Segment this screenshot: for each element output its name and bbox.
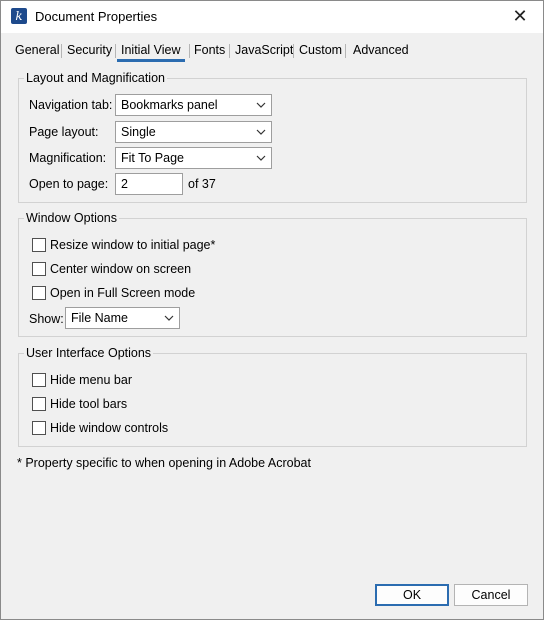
tab-separator — [345, 44, 346, 58]
resize-window-label: Resize window to initial page* — [50, 238, 216, 252]
show-select[interactable]: File Name — [65, 307, 180, 329]
navigation-tab-select[interactable]: Bookmarks panel — [115, 94, 272, 116]
tab-javascript[interactable]: JavaScript — [231, 41, 297, 61]
acrobat-footnote: * Property specific to when opening in A… — [17, 456, 311, 470]
layout-magnification-group: Layout and Magnification Navigation tab:… — [18, 71, 527, 203]
tab-separator — [61, 44, 62, 58]
hide-window-controls-label: Hide window controls — [50, 421, 169, 435]
magnification-value: Fit To Page — [121, 151, 185, 165]
magnification-label: Magnification: — [29, 151, 107, 165]
document-properties-dialog: k Document Properties ✕ General Security… — [0, 0, 544, 620]
close-icon[interactable]: ✕ — [497, 1, 543, 33]
open-to-page-input[interactable]: 2 — [115, 173, 183, 195]
tab-separator — [293, 44, 294, 58]
hide-tool-bars-checkbox[interactable] — [32, 397, 46, 411]
cancel-button[interactable]: Cancel — [454, 584, 528, 606]
chevron-down-icon — [256, 129, 266, 135]
tab-advanced[interactable]: Advanced — [349, 41, 413, 61]
hide-menu-bar-label: Hide menu bar — [50, 373, 132, 387]
chevron-down-icon — [164, 315, 174, 321]
window-options-group: Window Options Resize window to initial … — [18, 211, 527, 337]
group-legend: Layout and Magnification — [24, 71, 167, 85]
hide-tool-bars-label: Hide tool bars — [50, 397, 128, 411]
resize-window-checkbox[interactable] — [32, 238, 46, 252]
tab-separator — [115, 44, 116, 58]
tab-general[interactable]: General — [11, 41, 63, 61]
full-screen-checkbox[interactable] — [32, 286, 46, 300]
page-count-label: of 37 — [188, 177, 216, 191]
magnification-select[interactable]: Fit To Page — [115, 147, 272, 169]
tab-fonts[interactable]: Fonts — [190, 41, 229, 61]
tab-custom[interactable]: Custom — [295, 41, 346, 61]
center-window-checkbox[interactable] — [32, 262, 46, 276]
show-label: Show: — [29, 312, 64, 326]
navigation-tab-value: Bookmarks panel — [121, 98, 218, 112]
open-to-page-label: Open to page: — [29, 177, 109, 191]
tab-security[interactable]: Security — [63, 41, 116, 61]
chevron-down-icon — [256, 102, 266, 108]
page-layout-value: Single — [121, 125, 156, 139]
navigation-tab-label: Navigation tab: — [29, 98, 113, 112]
ok-button[interactable]: OK — [375, 584, 449, 606]
hide-window-controls-checkbox[interactable] — [32, 421, 46, 435]
page-layout-select[interactable]: Single — [115, 121, 272, 143]
page-layout-label: Page layout: — [29, 125, 99, 139]
user-interface-options-group: User Interface Options Hide menu bar Hid… — [18, 346, 527, 447]
center-window-label: Center window on screen — [50, 262, 192, 276]
hide-menu-bar-checkbox[interactable] — [32, 373, 46, 387]
tab-initial-view[interactable]: Initial View — [117, 41, 185, 62]
title-bar: k Document Properties ✕ — [1, 1, 543, 33]
app-logo-icon: k — [11, 8, 27, 24]
show-value: File Name — [71, 311, 128, 325]
window-title: Document Properties — [35, 9, 158, 24]
full-screen-label: Open in Full Screen mode — [50, 286, 196, 300]
chevron-down-icon — [256, 155, 266, 161]
tab-separator — [229, 44, 230, 58]
group-legend: Window Options — [24, 211, 120, 225]
group-legend: User Interface Options — [24, 346, 154, 360]
